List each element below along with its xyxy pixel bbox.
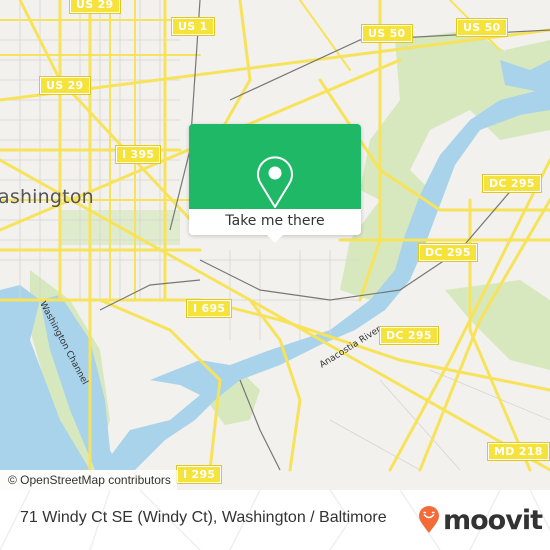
popup-pointer — [267, 235, 283, 243]
route-shield-us29: US 29 — [39, 76, 91, 95]
route-shield-i295: I 295 — [175, 465, 223, 484]
location-popup: Take me there — [189, 124, 361, 243]
route-shield-dc295: DC 295 — [379, 326, 439, 345]
route-shield-us50: US 50 — [456, 18, 508, 37]
route-shield-us1: US 1 — [171, 17, 215, 36]
footer: 71 Windy Ct SE (Windy Ct), Washington / … — [0, 490, 550, 550]
moovit-pin-icon — [419, 506, 439, 533]
route-shield-us29: US 29 — [69, 0, 121, 14]
route-shield-dc295: DC 295 — [482, 174, 542, 193]
location-pin-icon — [257, 156, 293, 208]
route-shield-us50: US 50 — [361, 24, 413, 43]
take-me-there-button[interactable]: Take me there — [189, 209, 361, 235]
route-shield-i695: I 695 — [185, 299, 233, 318]
moovit-wordmark: moovit — [443, 504, 543, 536]
map-attribution[interactable]: © OpenStreetMap contributors — [0, 470, 177, 490]
route-shield-dc295: DC 295 — [418, 243, 478, 262]
water-bodies — [0, 60, 550, 470]
route-shield-md218: MD 218 — [487, 442, 550, 461]
map-view[interactable]: ashington Washington Channel Anacostia R… — [0, 0, 550, 490]
route-shield-i395: I 395 — [114, 145, 162, 164]
popup-header — [189, 124, 361, 209]
moovit-logo[interactable]: moovit — [418, 504, 543, 536]
location-title: 71 Windy Ct SE (Windy Ct), Washington / … — [20, 509, 387, 526]
city-label: ashington — [0, 186, 94, 208]
